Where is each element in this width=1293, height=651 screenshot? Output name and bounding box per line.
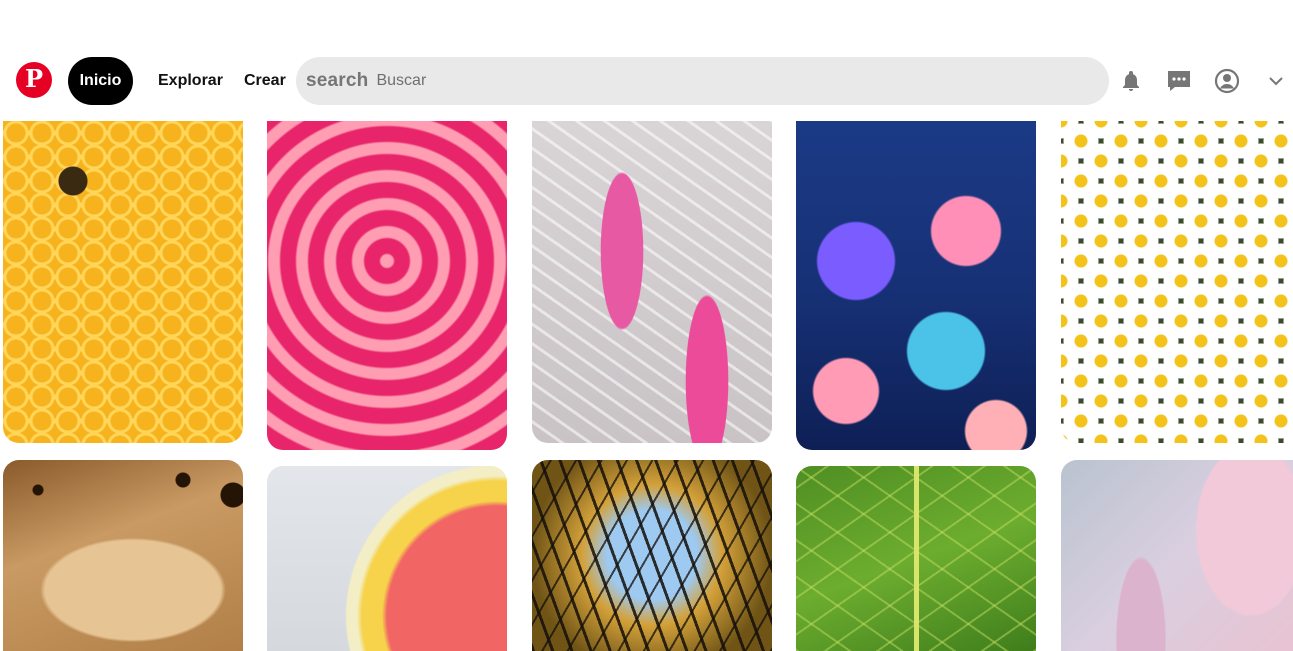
messages-icon — [1168, 71, 1190, 91]
account-menu-button[interactable] — [1259, 64, 1293, 98]
bell-icon — [1123, 71, 1139, 91]
search-icon: search — [306, 70, 369, 91]
search-input[interactable] — [376, 72, 977, 90]
pin-image-jellyfish[interactable] — [796, 121, 1036, 450]
pin-image-coffee-foam[interactable] — [3, 460, 243, 651]
profile-button[interactable] — [1210, 64, 1244, 98]
pin-image-daisies[interactable] — [1061, 121, 1293, 443]
messages-button[interactable] — [1162, 64, 1196, 98]
pin-image-leaf[interactable] — [796, 466, 1036, 651]
pin-image-honeycomb[interactable] — [3, 121, 243, 443]
notifications-button[interactable] — [1114, 64, 1148, 98]
nav-create-link[interactable]: Crear — [244, 57, 286, 105]
chevron-down-icon — [1269, 77, 1283, 86]
pin-image-trees[interactable] — [532, 460, 772, 651]
profile-icon — [1214, 68, 1240, 94]
search-bar[interactable]: search — [296, 57, 1109, 105]
pin-image-koi[interactable] — [532, 121, 772, 443]
top-header: P Inicio Explorar Crear search — [0, 56, 1293, 108]
logo-letter: P — [24, 64, 44, 93]
nav-home-button[interactable]: Inicio — [68, 57, 133, 105]
pin-image-abstract[interactable] — [1061, 460, 1293, 651]
pinterest-logo[interactable]: P — [16, 62, 52, 98]
pin-image-citrus[interactable] — [267, 466, 507, 651]
pin-image-celosia[interactable] — [267, 121, 507, 450]
nav-explore-link[interactable]: Explorar — [158, 57, 223, 105]
